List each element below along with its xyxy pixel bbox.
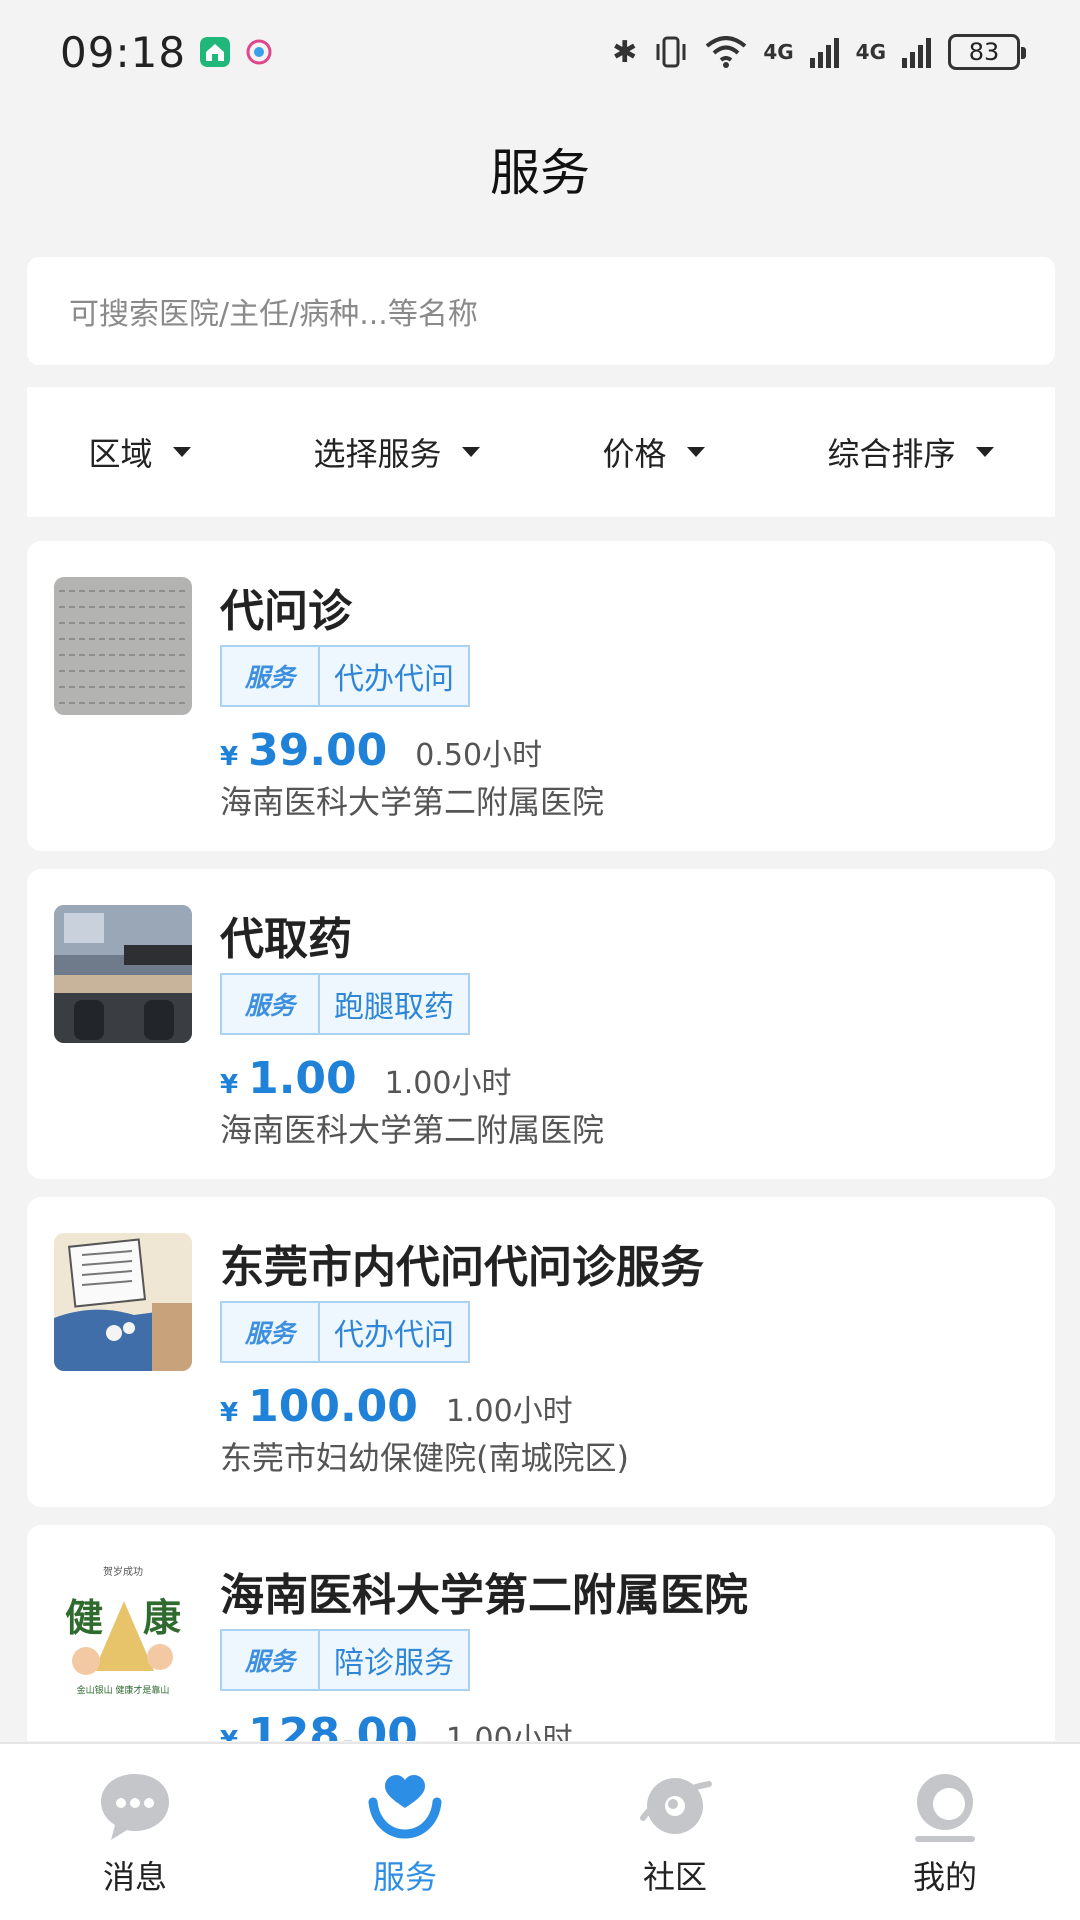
service-tag: 服务 跑腿取药	[220, 973, 470, 1035]
price-value: 128.00	[248, 1709, 418, 1741]
caret-down-icon	[686, 447, 705, 457]
hospital-name: 海南医科大学第二附属医院	[220, 783, 605, 821]
filter-bar: 区域 选择服务 价格 综合排序	[27, 387, 1055, 517]
bottom-nav: 消息 服务 社区 我的	[0, 1742, 1080, 1920]
signal-label-2: 4G	[855, 40, 886, 64]
service-list: 代问诊 服务 代办代问 ¥ 39.00 0.50小时 海南医科大学第二附属医院	[27, 541, 1055, 1741]
mobile-operator-icon	[246, 39, 272, 65]
currency-symbol: ¥	[220, 1726, 239, 1741]
price-value: 1.00	[248, 1053, 357, 1104]
price-row: ¥ 100.00 1.00小时	[220, 1381, 573, 1432]
service-card[interactable]: 代问诊 服务 代办代问 ¥ 39.00 0.50小时 海南医科大学第二附属医院	[27, 541, 1055, 851]
home-app-icon	[200, 37, 231, 67]
price-row: ¥ 1.00 1.00小时	[220, 1053, 511, 1104]
service-duration: 1.00小时	[445, 1722, 573, 1741]
thumb-caption-bottom: 金山银山 健康才是靠山	[77, 1684, 170, 1696]
nav-label: 社区	[642, 1858, 707, 1896]
service-title: 代问诊	[220, 586, 352, 637]
signal-strength-icon-2	[902, 38, 931, 68]
nav-label: 我的	[912, 1858, 977, 1896]
search-input[interactable]: 可搜索医院/主任/病种...等名称	[27, 257, 1055, 365]
chat-bubble-icon	[101, 1774, 169, 1840]
service-badge-logo: 服务	[222, 975, 320, 1033]
currency-symbol: ¥	[220, 1070, 239, 1100]
wifi-icon	[706, 36, 747, 68]
currency-symbol: ¥	[220, 742, 239, 772]
bluetooth-icon: ✱	[612, 34, 638, 70]
service-title: 海南医科大学第二附属医院	[220, 1570, 748, 1621]
nav-item-services[interactable]: 服务	[270, 1744, 540, 1920]
filter-label: 区域	[88, 435, 153, 473]
signal-label-1: 4G	[763, 40, 794, 64]
svg-text:康: 康	[143, 1596, 181, 1640]
service-card[interactable]: 贺岁成功 健 康 金山银山 健康才是靠山 海南医科大学第二附属医院 服务 陪诊服…	[27, 1525, 1055, 1741]
service-badge-logo: 服务	[222, 1303, 320, 1361]
thumb-caption-top: 贺岁成功	[103, 1565, 143, 1578]
service-duration: 1.00小时	[445, 1394, 573, 1429]
filter-sort-dropdown[interactable]: 综合排序	[827, 429, 994, 475]
hospital-name: 海南医科大学第二附属医院	[220, 1111, 605, 1149]
service-duration: 0.50小时	[415, 738, 543, 773]
status-bar: 09:18 ✱ 4G 4G 83	[0, 0, 1080, 104]
filter-label: 价格	[602, 435, 667, 473]
battery-level: 83	[968, 38, 1000, 66]
caret-down-icon	[172, 447, 191, 457]
service-card[interactable]: 东莞市内代问代问诊服务 服务 代办代问 ¥ 100.00 1.00小时 东莞市妇…	[27, 1197, 1055, 1507]
service-title: 代取药	[220, 914, 352, 965]
caret-down-icon	[461, 447, 480, 457]
filter-service-dropdown[interactable]: 选择服务	[313, 429, 480, 475]
caret-down-icon	[975, 447, 994, 457]
price-value: 100.00	[248, 1381, 418, 1432]
nav-item-community[interactable]: 社区	[540, 1744, 810, 1920]
service-thumbnail	[54, 577, 192, 715]
page-header: 服务	[0, 104, 1080, 234]
nav-item-profile[interactable]: 我的	[810, 1744, 1080, 1920]
status-time: 09:18	[60, 27, 187, 77]
svg-text:健: 健	[65, 1596, 103, 1640]
filter-price-dropdown[interactable]: 价格	[602, 429, 705, 475]
service-tag: 服务 代办代问	[220, 645, 470, 707]
signal-strength-icon	[809, 38, 839, 68]
hospital-name: 东莞市妇幼保健院(南城院区)	[220, 1439, 629, 1477]
service-title: 东莞市内代问代问诊服务	[220, 1242, 704, 1293]
service-tag-label: 代办代问	[334, 662, 454, 697]
community-planet-icon	[640, 1778, 712, 1834]
service-duration: 1.00小时	[384, 1066, 512, 1101]
vibrate-icon	[656, 36, 686, 68]
service-tag: 服务 陪诊服务	[220, 1629, 470, 1691]
service-badge-logo: 服务	[222, 1631, 320, 1689]
page-title: 服务	[490, 144, 590, 202]
service-tag-label: 陪诊服务	[334, 1646, 454, 1681]
service-thumbnail: 贺岁成功 健 康 金山银山 健康才是靠山	[54, 1561, 192, 1699]
price-row: ¥ 39.00 0.50小时	[220, 725, 542, 776]
nav-label: 服务	[372, 1858, 437, 1896]
service-card[interactable]: 代取药 服务 跑腿取药 ¥ 1.00 1.00小时 海南医科大学第二附属医院	[27, 869, 1055, 1179]
service-tag-label: 代办代问	[334, 1318, 454, 1353]
nav-item-messages[interactable]: 消息	[0, 1744, 270, 1920]
nav-label: 消息	[102, 1858, 167, 1896]
service-tag: 服务 代办代问	[220, 1301, 470, 1363]
currency-symbol: ¥	[220, 1398, 239, 1428]
filter-label: 选择服务	[313, 435, 442, 473]
price-value: 39.00	[248, 725, 388, 776]
heart-hands-icon	[368, 1775, 442, 1839]
service-badge-logo: 服务	[222, 647, 320, 705]
profile-icon	[915, 1774, 975, 1842]
service-thumbnail	[54, 905, 192, 1043]
service-tag-label: 跑腿取药	[334, 990, 454, 1025]
search-placeholder: 可搜索医院/主任/病种...等名称	[69, 297, 478, 332]
service-thumbnail	[54, 1233, 192, 1371]
price-row: ¥ 128.00 1.00小时	[220, 1709, 573, 1741]
filter-label: 综合排序	[827, 435, 956, 473]
battery-indicator: 83	[948, 34, 1026, 70]
filter-region-dropdown[interactable]: 区域	[88, 429, 191, 475]
